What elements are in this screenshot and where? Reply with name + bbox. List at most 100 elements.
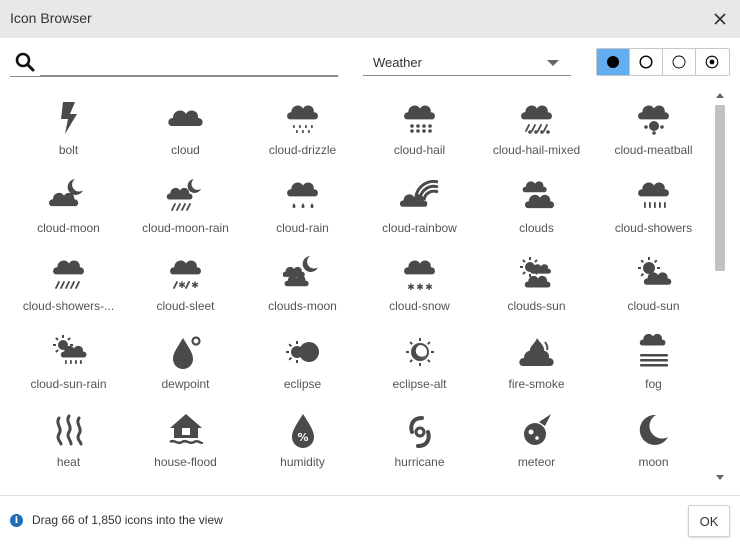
icon-tile[interactable]: ✱ ✱ cloud-sleet — [127, 244, 244, 322]
icon-label: clouds-moon — [268, 299, 337, 313]
icon-tile[interactable]: house-flood — [127, 400, 244, 478]
vertical-scrollbar[interactable] — [712, 88, 728, 486]
icon-tile[interactable]: cloud-moon-rain — [127, 166, 244, 244]
cloud-sun-rain-icon — [52, 335, 86, 364]
cloud-sleet-icon: ✱ ✱ — [169, 260, 201, 291]
cloud-icon — [167, 110, 203, 126]
category-dropdown[interactable]: Weather — [363, 48, 571, 76]
cloud-snow-icon: ✱ ✱ ✱ — [403, 260, 435, 293]
icon-label: cloud-sleet — [156, 299, 215, 313]
icon-label: cloud-snow — [389, 299, 450, 313]
style-light-button[interactable] — [663, 49, 696, 75]
cloud-rainbow-icon — [399, 180, 439, 207]
icon-tile[interactable]: cloud — [127, 88, 244, 166]
fire-smoke-icon — [518, 338, 554, 366]
cloud-showers-icon — [637, 182, 669, 208]
cloud-showers-heavy-icon — [52, 260, 84, 289]
cloud-sun-icon — [637, 257, 671, 285]
eclipse-icon — [285, 341, 319, 363]
icon-tile[interactable]: cloud-meatball — [595, 88, 710, 166]
svg-text:✱: ✱ — [178, 281, 186, 291]
icon-tile[interactable]: cloud-showers — [595, 166, 710, 244]
clouds-icon — [522, 181, 554, 209]
svg-text:%: % — [297, 431, 308, 444]
icon-tile[interactable]: heat — [10, 400, 127, 478]
icon-tile[interactable]: clouds-moon — [244, 244, 361, 322]
icon-tile[interactable]: cloud-sun — [595, 244, 710, 322]
style-duotone-button[interactable] — [696, 49, 729, 75]
icon-tile[interactable]: cloud-hail-mixed — [478, 88, 595, 166]
icon-tile[interactable]: cloud-rainbow — [361, 166, 478, 244]
style-regular-button[interactable] — [630, 49, 663, 75]
category-selected: Weather — [373, 55, 422, 70]
style-solid-button[interactable] — [597, 49, 630, 75]
icon-label: cloud-rain — [276, 221, 329, 235]
chevron-down-icon — [547, 60, 559, 66]
outline-circle-icon — [639, 55, 653, 69]
cloud-drizzle-icon — [286, 105, 318, 133]
icon-tile[interactable]: cloud-drizzle — [244, 88, 361, 166]
status-text: Drag 66 of 1,850 icons into the view — [32, 513, 223, 527]
icon-label: cloud-rainbow — [382, 221, 457, 235]
scroll-down-arrow[interactable] — [716, 475, 724, 480]
search-icon — [15, 52, 35, 72]
icon-tile[interactable]: eclipse-alt — [361, 322, 478, 400]
cloud-meatball-icon — [637, 105, 669, 135]
icon-tile[interactable]: cloud-rain — [244, 166, 361, 244]
icon-label: cloud-moon-rain — [142, 221, 229, 235]
icon-label: cloud-showers — [614, 221, 693, 235]
icon-label: meteor — [517, 455, 556, 469]
window-title: Icon Browser — [10, 10, 92, 26]
icon-tile[interactable]: cloud-sun-rain — [10, 322, 127, 400]
dot-circle-icon — [706, 55, 719, 69]
close-icon — [714, 13, 726, 25]
icon-label: heat — [56, 455, 81, 469]
fog-icon — [639, 333, 668, 367]
cloud-hail-icon — [403, 105, 435, 133]
icon-tile[interactable]: hurricane — [361, 400, 478, 478]
icon-label: fog — [645, 377, 662, 391]
icon-tile[interactable]: cloud-showers-... — [10, 244, 127, 322]
icon-label: clouds — [519, 221, 554, 235]
icon-tile[interactable]: % humidity — [244, 400, 361, 478]
svg-text:✱: ✱ — [425, 283, 433, 293]
icon-tile[interactable]: dewpoint — [127, 322, 244, 400]
cloud-hail-mixed-icon — [520, 105, 552, 134]
icon-tile[interactable]: meteor — [478, 400, 595, 478]
icon-label: clouds-sun — [507, 299, 566, 313]
title-bar: Icon Browser — [0, 0, 740, 38]
search-input[interactable] — [40, 48, 338, 76]
info-icon: i — [10, 514, 23, 527]
cloud-moon-rain-icon — [166, 179, 201, 211]
icon-label: cloud-sun-rain — [30, 377, 107, 391]
icon-label: bolt — [58, 143, 79, 157]
search-underline — [10, 76, 338, 77]
icon-tile[interactable]: ✱ ✱ ✱ cloud-snow — [361, 244, 478, 322]
icon-tile[interactable]: cloud-hail — [361, 88, 478, 166]
moon-icon — [639, 414, 668, 445]
scroll-up-arrow[interactable] — [716, 93, 724, 98]
icon-label: house-flood — [154, 455, 217, 469]
icon-tile[interactable]: fire-smoke — [478, 322, 595, 400]
icon-label: cloud-showers-... — [22, 299, 115, 313]
icon-tile[interactable]: clouds-sun — [478, 244, 595, 322]
dewpoint-icon — [172, 336, 201, 369]
ok-button[interactable]: OK — [688, 505, 730, 537]
scroll-thumb[interactable] — [715, 105, 725, 271]
icon-tile[interactable]: eclipse — [244, 322, 361, 400]
icon-tile[interactable]: moon — [595, 400, 710, 478]
icon-label: hurricane — [394, 455, 445, 469]
clouds-sun-icon — [519, 257, 551, 288]
icon-tile[interactable]: clouds — [478, 166, 595, 244]
cloud-rain-icon — [286, 182, 318, 208]
svg-text:✱: ✱ — [407, 283, 415, 293]
icon-label: dewpoint — [161, 377, 210, 391]
icon-tile[interactable]: cloud-moon — [10, 166, 127, 244]
icon-label: cloud-meatball — [614, 143, 693, 157]
icon-label: eclipse — [283, 377, 322, 391]
filled-circle-icon — [607, 56, 619, 68]
icon-tile[interactable]: fog — [595, 322, 710, 400]
close-button[interactable] — [706, 6, 734, 32]
icon-style-toggle — [596, 48, 730, 76]
icon-tile[interactable]: bolt — [10, 88, 127, 166]
